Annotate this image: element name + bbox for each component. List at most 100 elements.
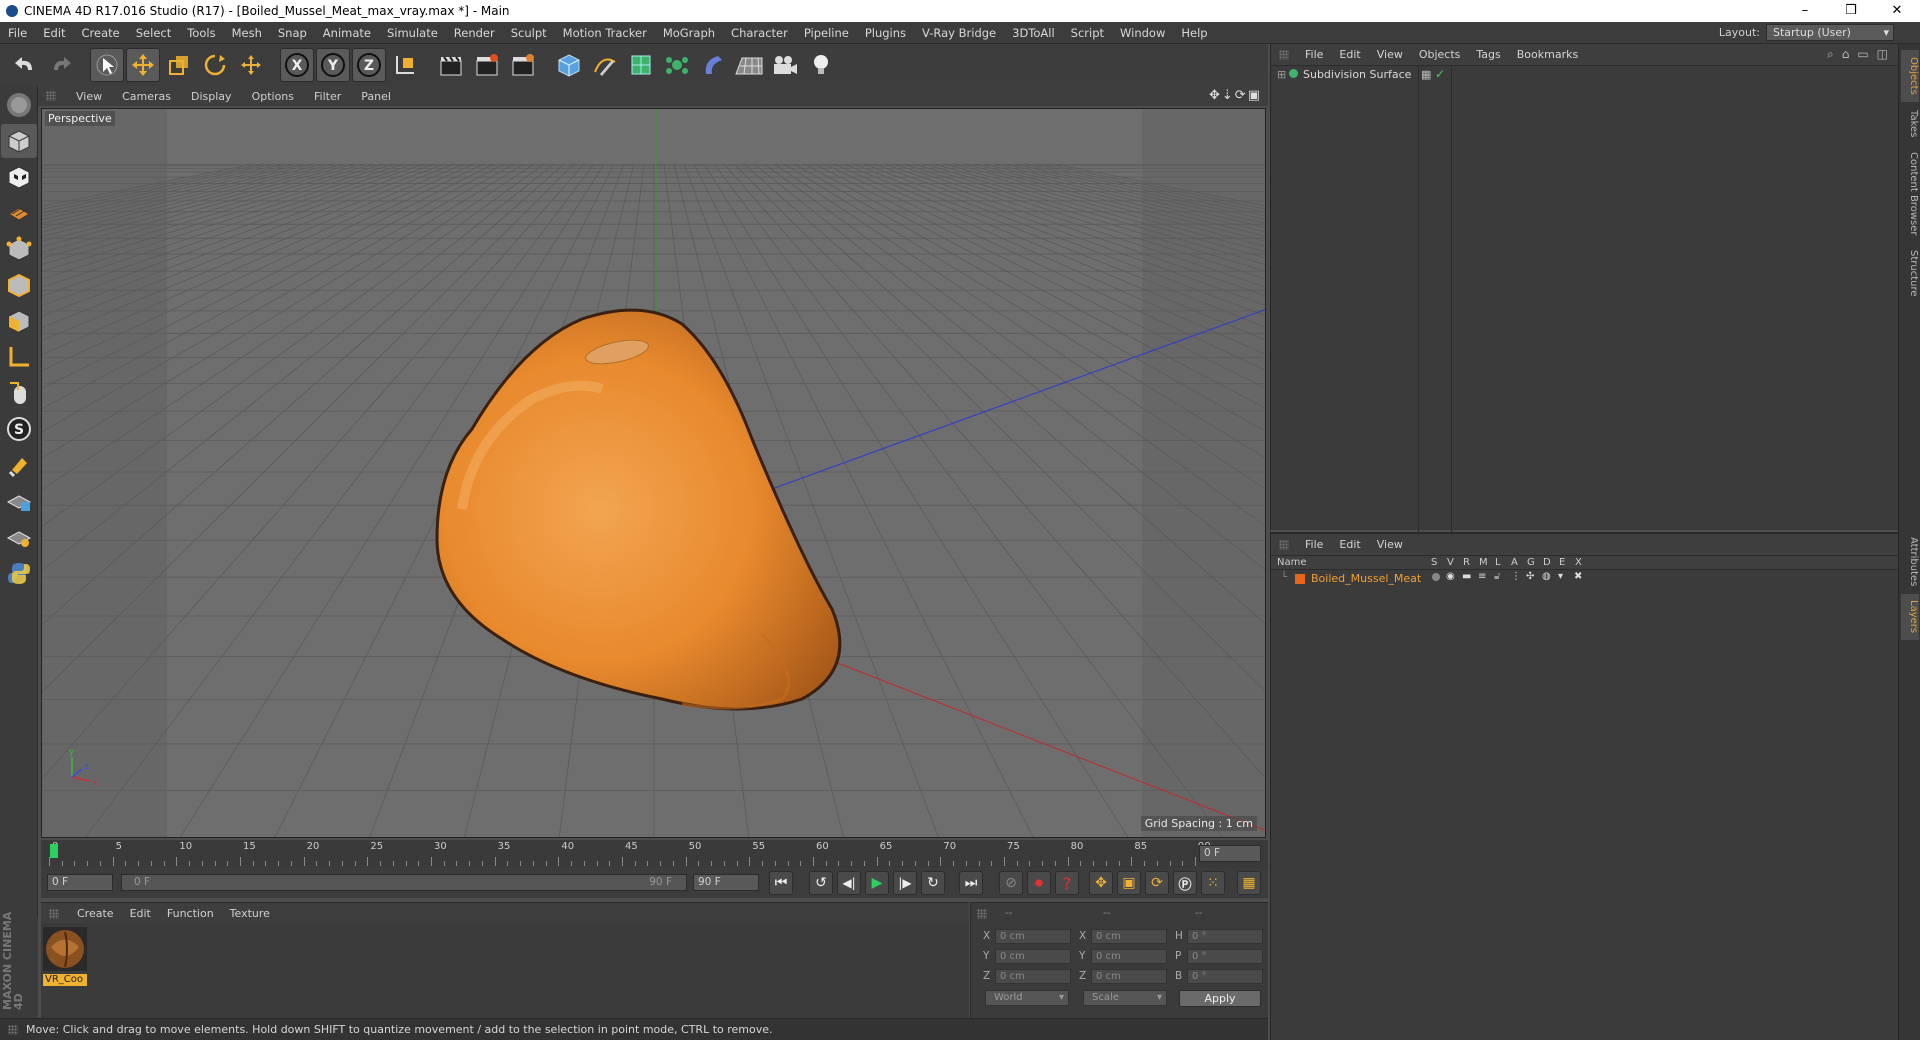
menu-script[interactable]: Script [1063,26,1112,40]
coord-size-mode-select[interactable]: Scale ▾ [1083,990,1167,1006]
restore-button[interactable]: ❒ [1828,0,1874,22]
coord-position-x[interactable]: 0 cm [995,929,1071,944]
object-row[interactable]: ⊞ Subdivision Surface ▦ ✓ [1271,66,1899,536]
menu-mograph[interactable]: MoGraph [655,26,723,40]
loop-button[interactable]: ↺ [809,871,833,895]
layer-col-g[interactable]: G [1527,557,1535,568]
menu-mesh[interactable]: Mesh [224,26,270,40]
coord-position-z[interactable]: 0 cm [995,969,1071,984]
z-axis-button[interactable]: Z [352,48,386,82]
timeline-ticks[interactable]: 051015202530354045505560657075808590 [49,840,1211,868]
play-button[interactable]: ▶ [865,871,889,895]
coord-rotation-b[interactable]: 0 ° [1187,969,1263,984]
viewport-menu-panel[interactable]: Panel [351,90,401,103]
key-scale-button[interactable]: ▣ [1117,871,1141,895]
axis-mode-button[interactable] [1,340,37,374]
home-icon[interactable]: ⌂ [1842,47,1850,62]
layer-deformers-icon[interactable]: ◍ [1542,571,1551,582]
object-menu-tags[interactable]: Tags [1468,48,1508,61]
panel-grip-icon[interactable] [49,909,59,919]
snap-button[interactable]: S [1,412,37,446]
key-pla-button[interactable]: ⁙ [1201,871,1225,895]
menu-sculpt[interactable]: Sculpt [503,26,555,40]
rotate-tool-button[interactable] [198,48,232,82]
menu-window[interactable]: Window [1112,26,1173,40]
subdivision-generator-button[interactable] [624,48,658,82]
coord-size-z[interactable]: 0 cm [1091,969,1167,984]
render-view-button[interactable] [434,48,468,82]
layer-color-swatch[interactable] [1295,574,1305,584]
layer-col-l[interactable]: L [1495,557,1501,568]
start-frame-field[interactable]: 0 F [47,874,113,891]
menu-file[interactable]: File [0,26,35,40]
coord-position-y[interactable]: 0 cm [995,949,1071,964]
live-selection-button[interactable] [90,48,124,82]
tab-attributes[interactable]: Attributes [1901,534,1919,590]
layer-animation-icon[interactable]: ⋮ [1511,571,1521,582]
material-menu-texture[interactable]: Texture [222,907,278,920]
object-menu-bookmarks[interactable]: Bookmarks [1509,48,1586,61]
layer-col-name[interactable]: Name [1277,557,1307,568]
timeline-window-button[interactable]: ▦ [1237,871,1261,895]
layer-col-a[interactable]: A [1511,557,1518,568]
playhead[interactable] [50,844,58,858]
make-editable-button[interactable] [1,88,37,122]
workplane-snap-button[interactable] [1,520,37,554]
redo-button[interactable] [44,48,78,82]
tab-objects[interactable]: Objects [1901,50,1919,102]
panel-grip-icon[interactable] [977,909,987,919]
object-menu-view[interactable]: View [1369,48,1411,61]
menu-tools[interactable]: Tools [179,26,223,40]
polygons-mode-button[interactable] [1,304,37,338]
coord-space-select[interactable]: World ▾ [985,990,1069,1006]
layer-menu-edit[interactable]: Edit [1331,538,1368,551]
dolly-view-icon[interactable]: ⇣ [1222,88,1233,103]
layer-row[interactable]: └ Boiled_Mussel_Meat ◉ ▬ ≡ 🔓︎ ⋮ ✣ ◍ ▾ ✖ [1271,571,1899,587]
layer-render-icon[interactable]: ▬ [1462,571,1471,582]
minimize-button[interactable]: – [1782,0,1828,22]
viewport-menu-cameras[interactable]: Cameras [112,90,181,103]
viewport-camera-label[interactable]: Perspective [45,111,115,126]
tab-layers[interactable]: Layers [1901,594,1919,640]
object-menu-objects[interactable]: Objects [1411,48,1469,61]
go-to-end-button[interactable]: ⏭ [959,871,983,895]
step-back-button[interactable]: ◀| [837,871,861,895]
model-mode-button[interactable] [1,124,37,158]
material-menu-edit[interactable]: Edit [122,907,159,920]
timeline-ruler[interactable]: 051015202530354045505560657075808590 0 F [41,840,1268,868]
layer-menu-view[interactable]: View [1369,538,1411,551]
expand-toggle-icon[interactable]: ⊞ [1277,68,1286,81]
x-axis-button[interactable]: X [280,48,314,82]
menu-3dtoall[interactable]: 3DToAll [1004,26,1063,40]
menu-snap[interactable]: Snap [270,26,315,40]
menu-animate[interactable]: Animate [315,26,379,40]
spline-pen-button[interactable] [588,48,622,82]
step-forward-button[interactable]: |▶ [893,871,917,895]
floor-button[interactable] [732,48,766,82]
motion-record-button[interactable]: ⊘ [999,871,1023,895]
camera-button[interactable] [768,48,802,82]
cloner-button[interactable] [660,48,694,82]
menu-render[interactable]: Render [446,26,503,40]
viewport-menu-view[interactable]: View [66,90,112,103]
coord-size-x[interactable]: 0 cm [1091,929,1167,944]
layer-col-x[interactable]: X [1575,557,1582,568]
workplane-lock-button[interactable] [1,484,37,518]
light-button[interactable] [804,48,838,82]
y-axis-button[interactable]: Y [316,48,350,82]
layer-col-r[interactable]: R [1463,557,1470,568]
layer-name[interactable]: Boiled_Mussel_Meat [1311,572,1421,585]
undo-button[interactable] [8,48,42,82]
menu-plugins[interactable]: Plugins [857,26,914,40]
material-menu-create[interactable]: Create [69,907,122,920]
scale-tool-button[interactable] [162,48,196,82]
layer-lock-icon[interactable]: 🔓︎ [1494,571,1500,582]
current-frame-field[interactable]: 0 F [1199,845,1261,862]
transform-tool-button[interactable] [234,48,268,82]
viewport-menu-options[interactable]: Options [242,90,304,103]
coord-rotation-h[interactable]: 0 ° [1187,929,1263,944]
close-button[interactable]: ✕ [1874,0,1920,22]
layer-col-e[interactable]: E [1559,557,1565,568]
object-name[interactable]: Subdivision Surface [1303,68,1411,81]
frame-range-slider[interactable]: 0 F 90 F [121,874,687,891]
